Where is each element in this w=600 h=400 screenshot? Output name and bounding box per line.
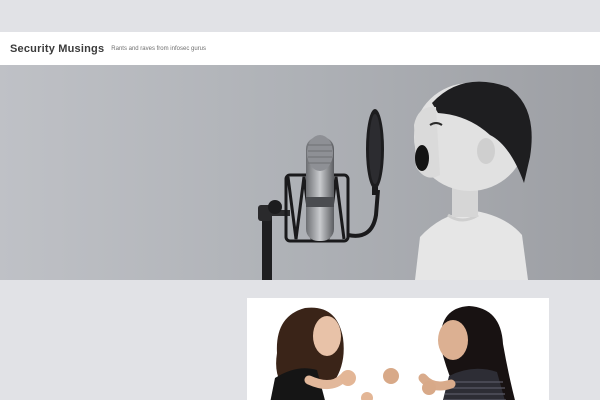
page: Security Musings Rants and raves from in… <box>0 0 600 400</box>
site-header: Security Musings Rants and raves from in… <box>0 32 600 65</box>
hero-illustration <box>0 65 600 280</box>
top-spacer <box>0 0 600 32</box>
site-title-link[interactable]: Security Musings <box>10 43 104 55</box>
site-tagline: Rants and raves from infosec gurus <box>111 46 206 52</box>
featured-post-image[interactable] <box>247 298 549 400</box>
hero-image <box>0 65 600 280</box>
content-area <box>0 280 600 400</box>
microphone <box>306 135 334 241</box>
featured-illustration <box>247 298 549 400</box>
